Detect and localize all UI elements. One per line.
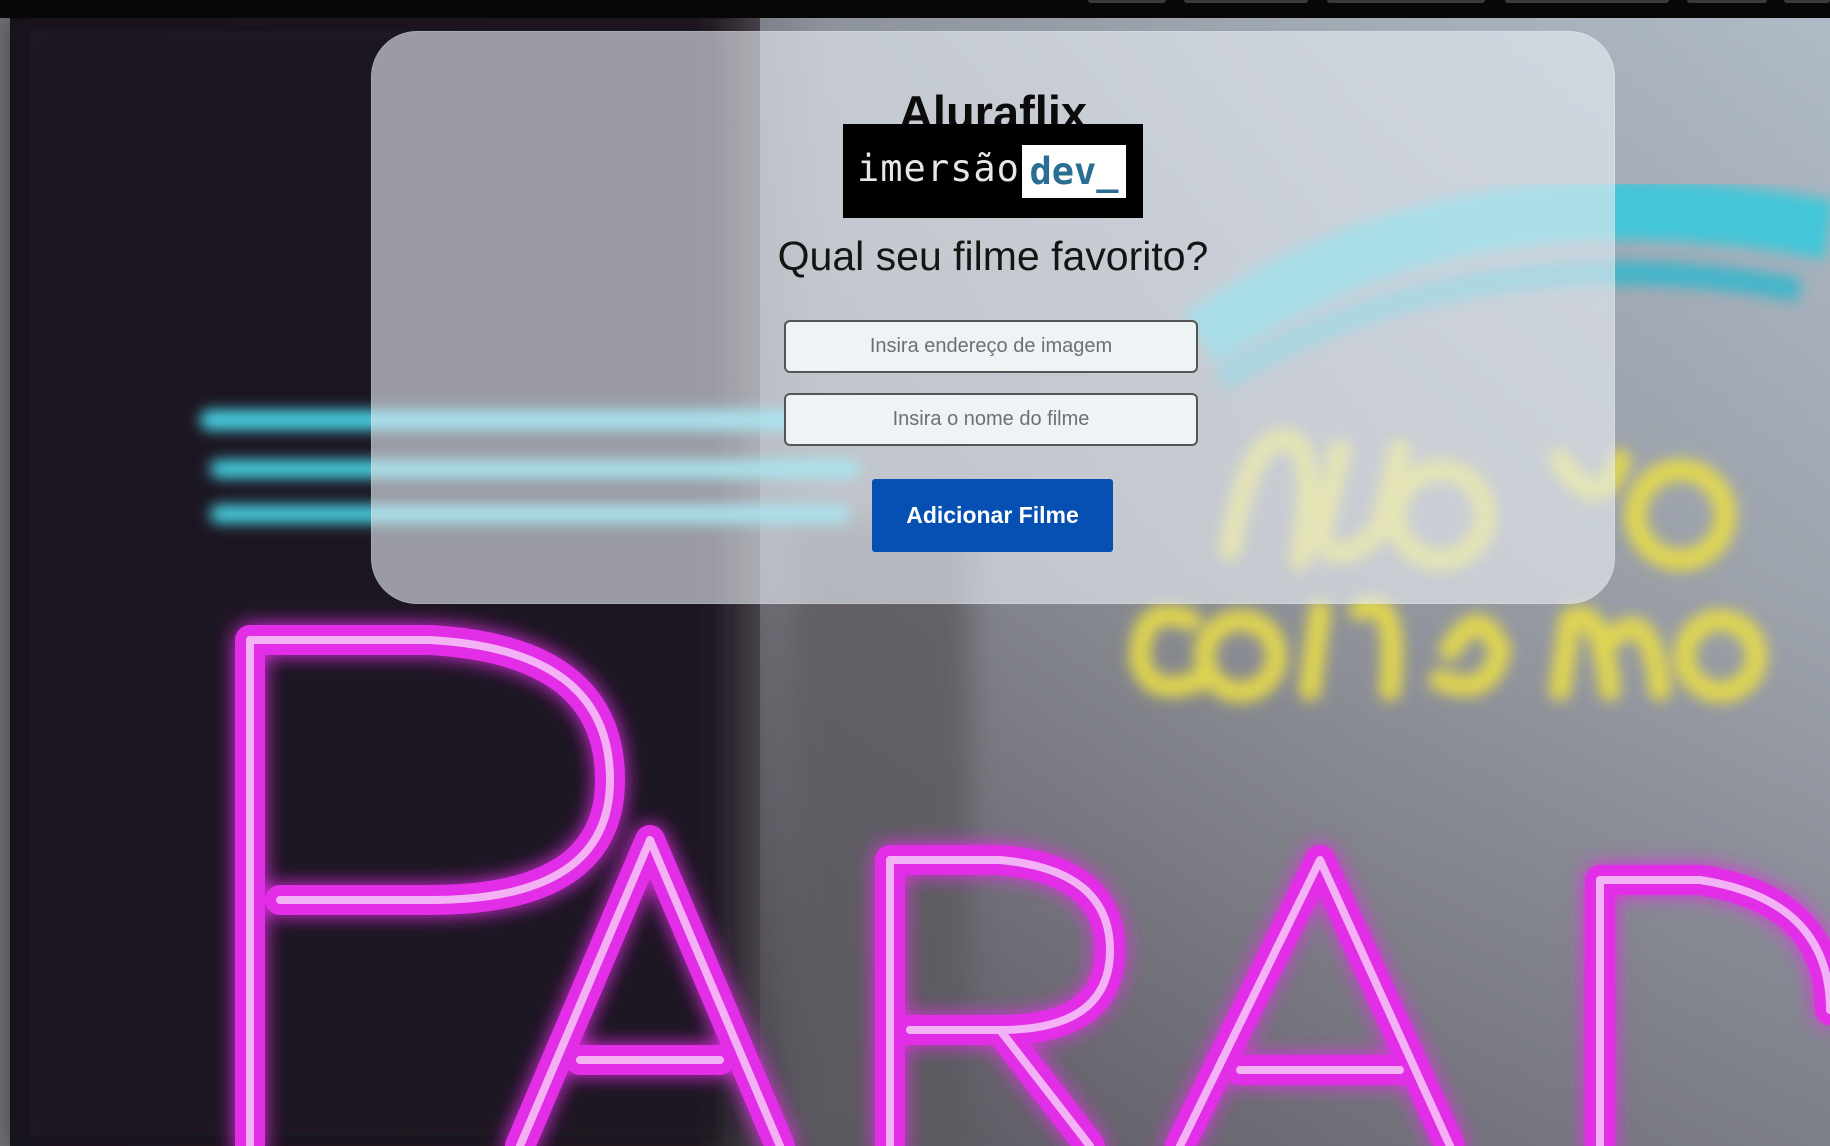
- top-tab-marker: [1327, 0, 1485, 3]
- page-subtitle: Qual seu filme favorito?: [777, 233, 1209, 279]
- add-movie-button[interactable]: Adicionar Filme: [872, 479, 1113, 552]
- top-tab-marker: [1088, 0, 1166, 3]
- logo-word-imersao: imersão: [857, 147, 1020, 190]
- top-tab-marker: [1687, 0, 1767, 3]
- page: Aluraflix imersão dev_ Qual seu filme fa…: [0, 0, 1830, 1146]
- imersao-dev-logo: imersão dev_: [843, 124, 1143, 218]
- top-tab-marker: [1784, 0, 1830, 3]
- movie-name-input[interactable]: [784, 393, 1198, 446]
- top-tab-marker: [1505, 0, 1669, 3]
- glass-card: Aluraflix imersão dev_ Qual seu filme fa…: [371, 31, 1615, 604]
- logo-word-dev: dev_: [1022, 145, 1126, 198]
- browser-top-strip: [0, 0, 1830, 18]
- image-url-input[interactable]: [784, 320, 1198, 373]
- top-tab-marker: [1184, 0, 1308, 3]
